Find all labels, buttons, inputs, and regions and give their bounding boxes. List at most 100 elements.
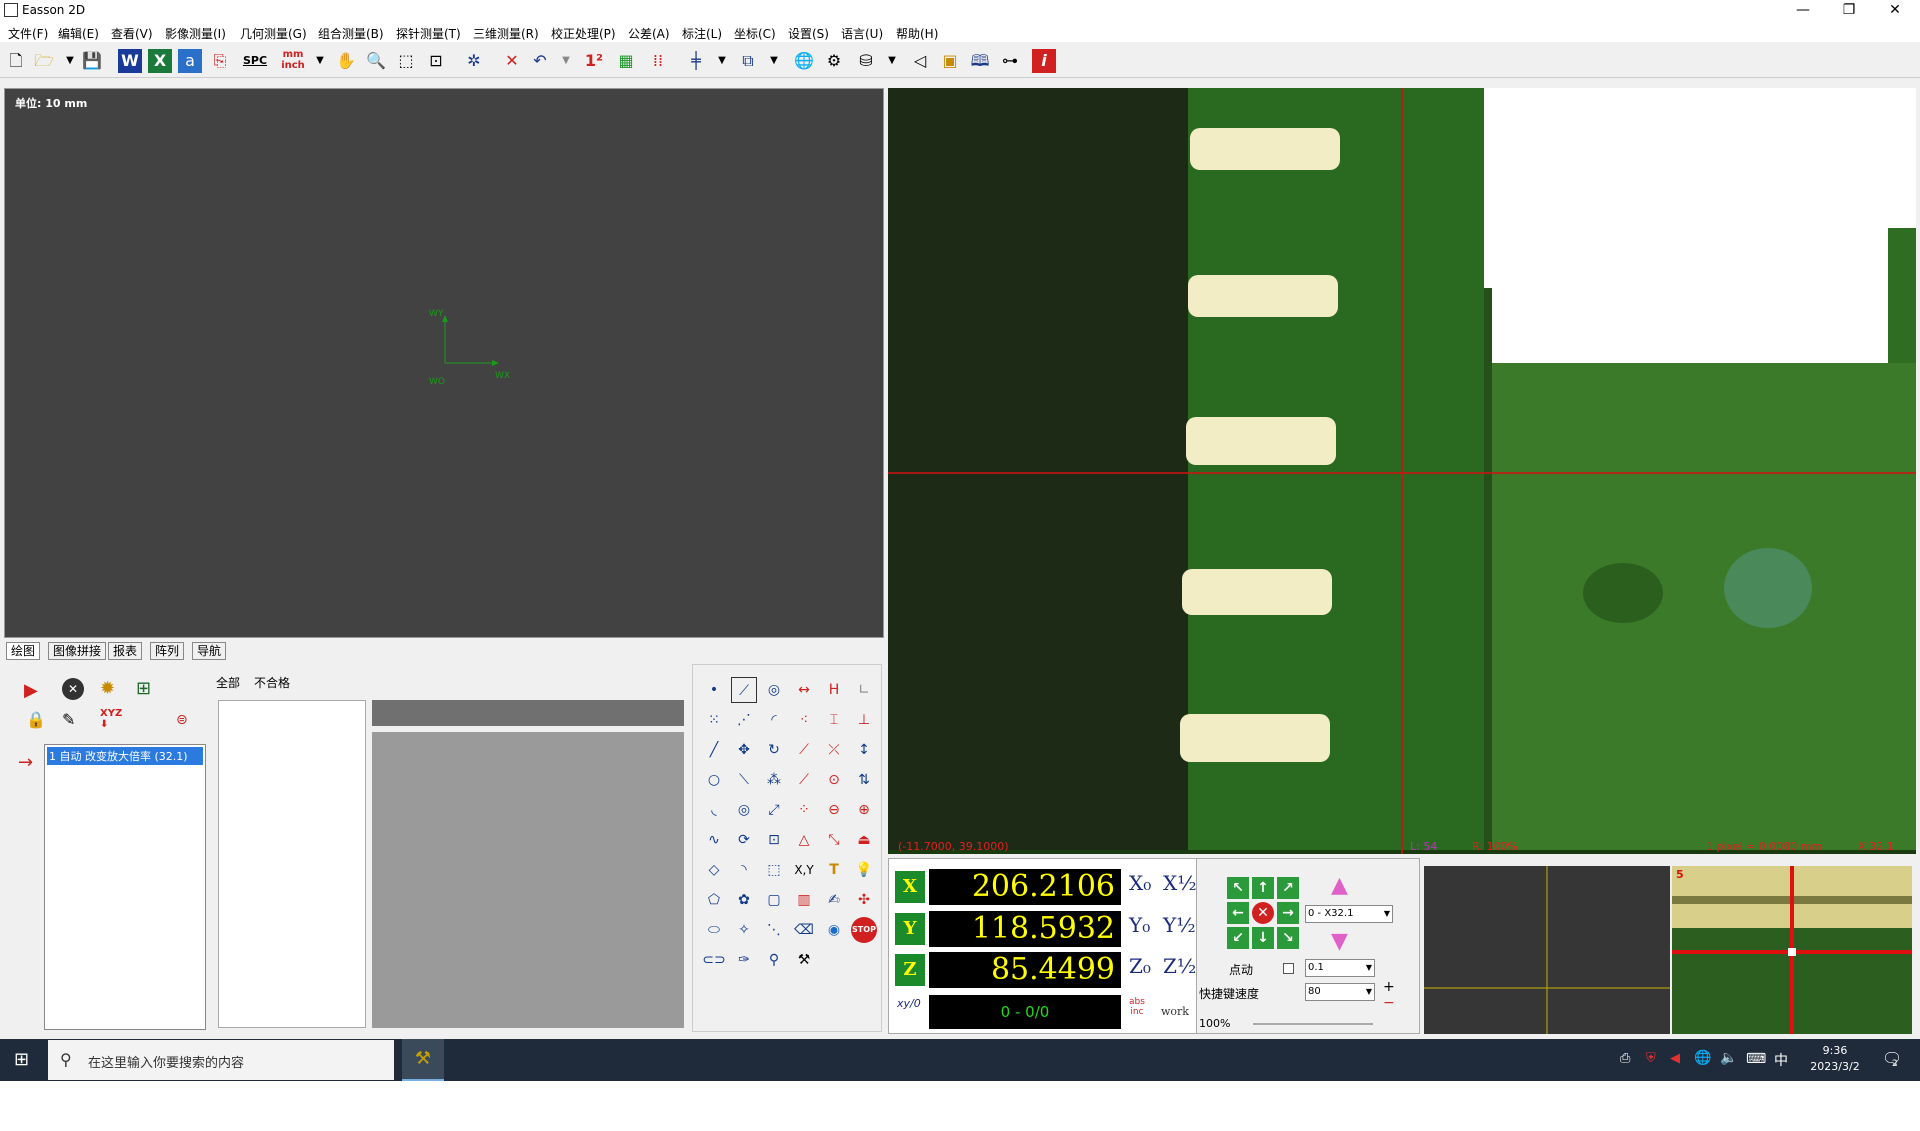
line-points-tool-icon[interactable]: ⋰: [731, 707, 757, 733]
xy-distance-tool-icon[interactable]: ⤡: [821, 827, 847, 853]
ring-tool-icon[interactable]: ◎: [731, 797, 757, 823]
move-tool-icon[interactable]: ✣: [851, 887, 877, 913]
z-half-button[interactable]: Z½: [1163, 954, 1196, 978]
arc-points-tool-icon[interactable]: ◜: [761, 707, 787, 733]
menu-probe-measure[interactable]: 探针测量(T): [396, 25, 461, 42]
text-tool-icon[interactable]: T: [821, 857, 847, 883]
jog-left-icon[interactable]: ←: [1227, 902, 1249, 924]
new-file-icon[interactable]: 🗋: [4, 49, 28, 73]
menu-combined-measure[interactable]: 组合测量(B): [318, 25, 384, 42]
pen-tool-icon[interactable]: ✑: [731, 947, 757, 973]
multi-point-tool-icon[interactable]: ⁙: [701, 707, 727, 733]
measure-line-tool-icon[interactable]: ⟍: [731, 767, 757, 793]
open-folder-icon[interactable]: 🗁: [32, 49, 56, 73]
diagonal-tool-icon[interactable]: ⤢: [761, 797, 787, 823]
z-zero-button[interactable]: Z₀: [1129, 954, 1151, 978]
distance-tool-icon[interactable]: ↔: [791, 677, 817, 703]
crosshair-icon[interactable]: ╪: [684, 49, 708, 73]
stop-tool-icon[interactable]: STOP: [851, 917, 877, 943]
auto-edge-tool-icon[interactable]: ⟋: [731, 677, 757, 703]
height-tool-icon[interactable]: H: [821, 677, 847, 703]
gauge-tool-icon[interactable]: ▥: [791, 887, 817, 913]
menu-language[interactable]: 语言(U): [841, 25, 883, 42]
step-select[interactable]: 0.1 ▼: [1305, 959, 1375, 977]
grid-icon[interactable]: ▦: [614, 49, 638, 73]
x-half-button[interactable]: X½: [1163, 871, 1197, 895]
slot-tool-icon[interactable]: ⊂⊃: [701, 947, 727, 973]
speed-select[interactable]: 80 ▼: [1305, 983, 1375, 1001]
move-origin-tool-icon[interactable]: ⊕: [851, 797, 877, 823]
magnifier-tool-icon[interactable]: ⚲: [761, 947, 787, 973]
dropdown-arrow-icon[interactable]: ▼: [880, 49, 904, 73]
keyboard-icon[interactable]: ⌨: [1746, 1051, 1766, 1067]
dropdown-arrow-icon[interactable]: ▼: [308, 49, 332, 73]
restore-button[interactable]: ❐: [1826, 0, 1872, 22]
edit-icon[interactable]: ✎: [62, 710, 75, 729]
probe-icon[interactable]: ◁: [908, 49, 932, 73]
dot-area-tool-icon[interactable]: ⁂: [761, 767, 787, 793]
ime-indicator[interactable]: 中: [1774, 1050, 1788, 1070]
eraser-tool-icon[interactable]: ⌫: [791, 917, 817, 943]
excel-export-icon[interactable]: X: [148, 49, 172, 73]
tab-image-stitch[interactable]: 图像拼接: [48, 642, 107, 660]
focus-tool-icon[interactable]: ◎: [761, 677, 787, 703]
word-export-icon[interactable]: W: [118, 49, 142, 73]
point-distance-tool-icon[interactable]: ⁖: [791, 707, 817, 733]
select-box-icon[interactable]: ⬚: [394, 49, 418, 73]
ellipse-tool-icon[interactable]: ⬭: [701, 917, 727, 943]
jog-down-right-icon[interactable]: ↘: [1277, 927, 1299, 949]
volume-icon[interactable]: 🔈: [1720, 1050, 1737, 1066]
navigation-thumbnail[interactable]: 5: [1672, 866, 1912, 1034]
network-icon[interactable]: ⚙: [822, 49, 846, 73]
menu-view[interactable]: 查看(V): [111, 25, 153, 42]
dot-grid-icon[interactable]: ⁞⁞: [646, 49, 670, 73]
tab-failed[interactable]: 不合格: [254, 674, 290, 691]
work-toggle[interactable]: work: [1161, 1005, 1189, 1018]
xy-zero-button[interactable]: xy/0: [897, 997, 921, 1010]
y-zero-button[interactable]: Y₀: [1129, 913, 1150, 937]
tab-all[interactable]: 全部: [216, 674, 240, 691]
image-icon[interactable]: ▣: [938, 49, 962, 73]
cross-line-tool-icon[interactable]: ⤫: [821, 737, 847, 763]
result-view[interactable]: [372, 732, 684, 1028]
database-icon[interactable]: ⛁: [854, 49, 878, 73]
dashed-rect-tool-icon[interactable]: ⬚: [761, 857, 787, 883]
easson-taskbar-icon[interactable]: ⚒: [402, 1039, 444, 1081]
dropdown-arrow-icon[interactable]: ▼: [762, 49, 786, 73]
vertical-distance-tool-icon[interactable]: ⌶: [821, 707, 847, 733]
circle-tool-icon[interactable]: ○: [701, 767, 727, 793]
jog-right-icon[interactable]: →: [1277, 902, 1299, 924]
menu-geometry-measure[interactable]: 几何测量(G): [240, 25, 307, 42]
tab-navigation[interactable]: 导航: [192, 642, 227, 660]
probe-tool-icon[interactable]: ⚒: [791, 947, 817, 973]
lock-check-icon[interactable]: 🔒: [26, 710, 46, 729]
contour-tool-icon[interactable]: ⟳: [731, 827, 757, 853]
jog-stop-icon[interactable]: ✕: [1252, 902, 1274, 924]
stop-icon[interactable]: ✕: [62, 678, 84, 700]
diamond-tool-icon[interactable]: ◇: [701, 857, 727, 883]
circle-distance-tool-icon[interactable]: ⊙: [821, 767, 847, 793]
cad-drawing-view[interactable]: 单位: 10 mm WY WX WO: [4, 88, 884, 638]
jog-down-left-icon[interactable]: ↙: [1227, 927, 1249, 949]
hand-pan-icon[interactable]: ✋: [334, 49, 358, 73]
dropdown-arrow-icon[interactable]: ▼: [554, 49, 578, 73]
point-tool-icon[interactable]: •: [701, 677, 727, 703]
program-list[interactable]: 1 自动 改变放大倍率 (32.1): [44, 744, 206, 1030]
arc-center-tool-icon[interactable]: ↻: [761, 737, 787, 763]
auto-measure-icon[interactable]: ✲: [462, 49, 486, 73]
undo-icon[interactable]: ↶: [528, 49, 552, 73]
line-point-tool-icon[interactable]: ⟋: [791, 737, 817, 763]
jog-up-icon[interactable]: ↑: [1252, 877, 1274, 899]
center-point-tool-icon[interactable]: ✥: [731, 737, 757, 763]
z-down-icon[interactable]: ▼: [1331, 929, 1348, 954]
feature-list[interactable]: [218, 700, 366, 1028]
hierarchy-icon[interactable]: ⊶: [998, 49, 1022, 73]
align-tool-icon[interactable]: ⏏: [851, 827, 877, 853]
minimize-button[interactable]: —: [1780, 0, 1826, 22]
rect-circle-tool-icon[interactable]: ⊡: [761, 827, 787, 853]
jog-up-left-icon[interactable]: ↖: [1227, 877, 1249, 899]
windows-start-icon[interactable]: ⊞: [14, 1049, 29, 1070]
arc-tool-icon[interactable]: ◟: [701, 797, 727, 823]
triangle-tool-icon[interactable]: △: [791, 827, 817, 853]
sort-tool-icon[interactable]: ⇅: [851, 767, 877, 793]
